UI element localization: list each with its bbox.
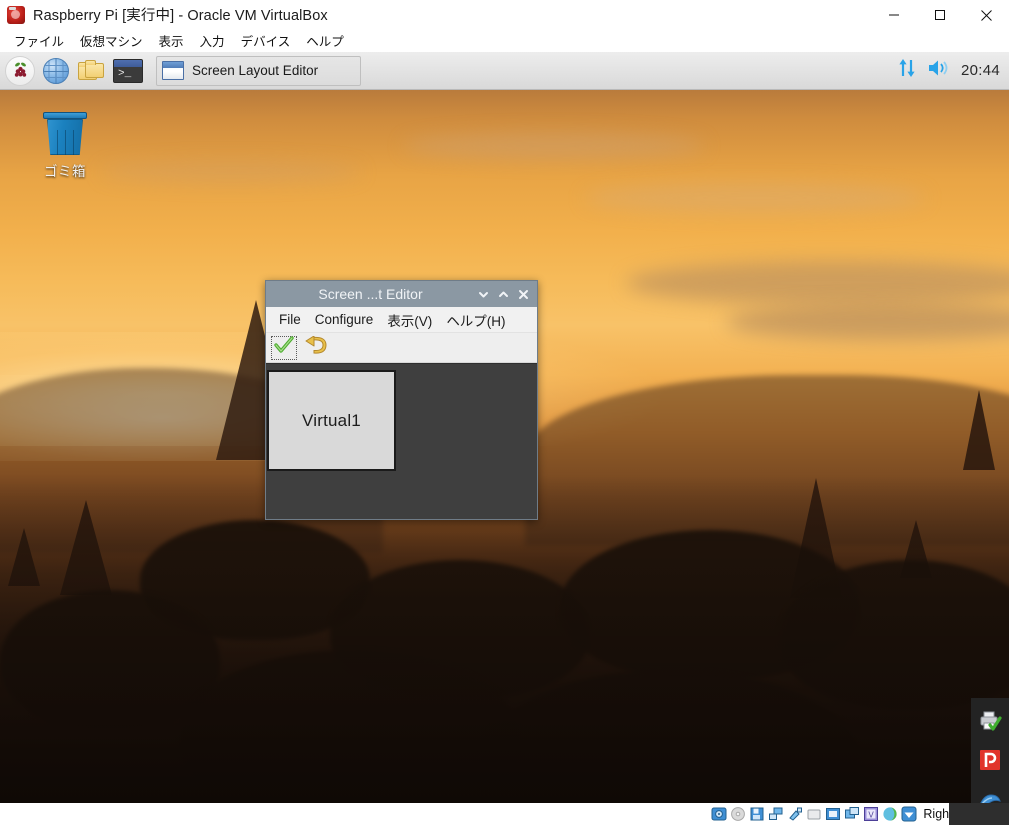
screen-layout-editor-window: Screen ...t Editor File Configure 表示(V) … xyxy=(265,280,538,520)
status-icons: V xyxy=(711,806,917,822)
trash-lid xyxy=(43,112,87,119)
green-check-icon xyxy=(274,336,294,359)
window-controls xyxy=(871,0,1009,30)
cloud xyxy=(585,182,926,213)
menu-configure[interactable]: Configure xyxy=(308,310,381,329)
chevron-down-icon[interactable] xyxy=(473,282,493,306)
close-button[interactable] xyxy=(963,0,1009,30)
terminal-icon: >_ xyxy=(113,58,143,83)
system-tray: 20:44 xyxy=(897,57,1009,84)
dialog-toolbar xyxy=(266,333,537,363)
raspberry-icon xyxy=(5,55,35,86)
window-icon xyxy=(162,61,184,80)
optical-disk-icon[interactable] xyxy=(730,806,746,822)
guest-screen: ゴミ箱 >_ Screen Layout Editor 20:44 Screen… xyxy=(0,52,1009,803)
shared-folder-icon[interactable] xyxy=(806,806,822,822)
taskbar-window-button[interactable]: Screen Layout Editor xyxy=(156,55,361,86)
dialog-menubar: File Configure 表示(V) ヘルプ(H) xyxy=(266,307,537,333)
usb-icon[interactable] xyxy=(787,806,803,822)
menu-file[interactable]: File xyxy=(272,310,308,329)
hard-disk-icon[interactable] xyxy=(711,806,727,822)
globe-icon xyxy=(43,57,69,84)
trash-icon xyxy=(43,112,87,156)
foreground-shadow xyxy=(0,475,1009,803)
menu-view[interactable]: 表示 xyxy=(151,29,192,53)
svg-text:V: V xyxy=(869,811,875,820)
desktop-taskbar: >_ Screen Layout Editor 20:44 xyxy=(0,52,1009,90)
menu-help[interactable]: ヘルプ(H) xyxy=(439,308,512,332)
network-updown-icon[interactable] xyxy=(897,57,917,84)
file-manager-button[interactable] xyxy=(76,55,108,87)
terminal-button[interactable]: >_ xyxy=(112,55,144,87)
virtualbox-window: Raspberry Pi [実行中] - Oracle VM VirtualBo… xyxy=(0,0,1009,825)
menu-file[interactable]: ファイル xyxy=(6,29,72,53)
menu-devices[interactable]: デバイス xyxy=(233,29,299,53)
network-icon[interactable] xyxy=(768,806,784,822)
virtualbox-titlebar: Raspberry Pi [実行中] - Oracle VM VirtualBo… xyxy=(0,0,1009,30)
minimize-button[interactable] xyxy=(871,0,917,30)
maximize-button[interactable] xyxy=(917,0,963,30)
trash-body xyxy=(47,119,83,155)
display-icon[interactable] xyxy=(825,806,841,822)
menu-help[interactable]: ヘルプ xyxy=(298,29,352,53)
window-title: Raspberry Pi [実行中] - Oracle VM VirtualBo… xyxy=(33,8,328,24)
monitor-label: Virtual1 xyxy=(302,410,361,430)
dialog-titlebar[interactable]: Screen ...t Editor xyxy=(266,281,537,307)
layout-canvas[interactable]: Virtual1 xyxy=(266,363,537,519)
clock[interactable]: 20:44 xyxy=(961,62,1000,79)
virtualbox-icon xyxy=(7,5,25,24)
undo-button[interactable] xyxy=(303,335,329,360)
menu-input[interactable]: 入力 xyxy=(192,29,233,53)
undo-arrow-icon xyxy=(305,335,327,360)
statusbar-dark-area xyxy=(949,803,1009,825)
desktop-icon-label: ゴミ箱 xyxy=(44,164,86,179)
printer-ready-icon[interactable] xyxy=(978,708,1002,732)
pagoda-silhouette xyxy=(963,390,995,470)
menu-machine[interactable]: 仮想マシン xyxy=(72,29,151,53)
cloud xyxy=(100,161,361,184)
video-capture-icon[interactable]: V xyxy=(863,806,879,822)
monitor-virtual1[interactable]: Virtual1 xyxy=(267,370,396,471)
taskbar-window-label: Screen Layout Editor xyxy=(192,63,319,78)
raspberry-menu-button[interactable] xyxy=(4,55,36,87)
chevron-up-icon[interactable] xyxy=(493,282,513,306)
virtualbox-statusbar: V Right Con xyxy=(0,803,1009,825)
virtualbox-menubar: ファイル 仮想マシン 表示 入力 デバイス ヘルプ xyxy=(0,30,1009,52)
terminal-prompt: >_ xyxy=(118,67,132,80)
host-key-icon[interactable] xyxy=(901,806,917,822)
apply-button[interactable] xyxy=(271,335,297,360)
menu-view[interactable]: 表示(V) xyxy=(380,308,439,332)
close-icon[interactable] xyxy=(513,282,533,306)
desktop-icon-trash[interactable]: ゴミ箱 xyxy=(30,112,100,180)
volume-icon[interactable] xyxy=(927,57,951,84)
guest-additions-icon[interactable] xyxy=(882,806,898,822)
remote-desktop-icon[interactable] xyxy=(844,806,860,822)
floppy-icon[interactable] xyxy=(749,806,765,822)
folder-icon xyxy=(78,59,106,83)
web-browser-button[interactable] xyxy=(40,55,72,87)
right-dock xyxy=(971,698,1009,803)
cloud xyxy=(625,261,1009,306)
cloud xyxy=(403,132,704,159)
mail-icon[interactable] xyxy=(978,788,1002,803)
pulseaudio-icon[interactable] xyxy=(978,748,1002,772)
